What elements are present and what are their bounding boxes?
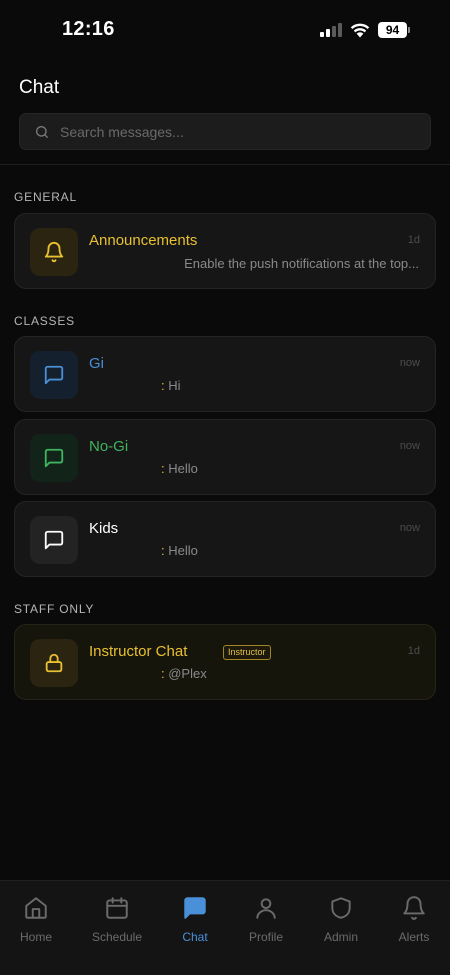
search-icon [36, 126, 48, 138]
chat-time: now [399, 357, 420, 369]
chat-preview: : @Plex [161, 666, 207, 681]
bell-icon [403, 896, 425, 920]
role-badge: Instructor [223, 645, 271, 660]
tab-bar: Home Schedule Chat Profile Admin Alerts [0, 880, 450, 975]
user-icon [256, 898, 276, 919]
shield-icon [331, 897, 351, 919]
bell-icon [44, 242, 64, 263]
calendar-icon [106, 897, 128, 919]
message-square-icon [44, 448, 64, 468]
tab-label: Admin [323, 930, 358, 944]
tab-label: Profile [248, 930, 283, 944]
chat-card-gi[interactable]: Gi now : Hi [14, 336, 436, 412]
gi-icon-box [30, 351, 78, 399]
battery-icon: 94 [378, 22, 410, 38]
chat-title: Instructor Chat [89, 643, 188, 660]
battery-level: 94 [378, 22, 407, 38]
message-square-icon [44, 530, 64, 550]
tab-admin[interactable]: Admin [301, 895, 381, 944]
chat-preview: : Hello [161, 461, 198, 476]
chat-time: 1d [407, 645, 420, 657]
chat-title: No-Gi [89, 438, 129, 455]
search-input[interactable] [60, 114, 420, 149]
cellular-signal-icon [320, 23, 342, 37]
status-bar: 12:16 94 [0, 0, 450, 62]
instructor-icon-box [30, 639, 78, 687]
tab-profile[interactable]: Profile [226, 895, 306, 944]
tab-label: Alerts [398, 930, 430, 944]
home-icon [25, 897, 47, 919]
tab-label: Home [19, 930, 52, 944]
chat-card-kids[interactable]: Kids now : Hello [14, 501, 436, 577]
wifi-icon [350, 23, 370, 38]
chat-card-instructor[interactable]: Instructor Chat Instructor 1d : @Plex [14, 624, 436, 700]
tab-chat[interactable]: Chat [155, 895, 235, 944]
page-title: Chat [19, 77, 60, 98]
section-label-staff: STAFF ONLY [14, 602, 95, 616]
chat-title: Gi [89, 355, 104, 372]
chat-time: now [399, 522, 420, 534]
chat-title: Announcements [89, 232, 198, 249]
status-time: 12:16 [62, 18, 115, 40]
tab-alerts[interactable]: Alerts [374, 895, 450, 944]
chat-preview: Enable the push notifications at the top… [184, 256, 419, 271]
message-square-icon [44, 365, 64, 385]
chat-icon [184, 897, 206, 919]
announcements-icon-box [30, 228, 78, 276]
chat-card-announcements[interactable]: Announcements 1d Enable the push notific… [14, 213, 436, 289]
chat-card-no-gi[interactable]: No-Gi now : Hello [14, 419, 436, 495]
kids-icon-box [30, 516, 78, 564]
section-label-general: GENERAL [14, 190, 77, 204]
tab-label: Chat [182, 930, 208, 944]
chat-preview: : Hello [161, 543, 198, 558]
chat-time: now [399, 440, 420, 452]
no-gi-icon-box [30, 434, 78, 482]
header-divider [0, 164, 450, 165]
chat-preview: : Hi [161, 378, 181, 393]
chat-time: 1d [407, 234, 420, 246]
section-label-classes: CLASSES [14, 314, 75, 328]
chat-title: Kids [89, 520, 119, 537]
lock-icon [45, 653, 63, 673]
tab-label: Schedule [91, 930, 143, 944]
tab-home[interactable]: Home [0, 895, 76, 944]
search-box[interactable] [19, 113, 431, 150]
tab-schedule[interactable]: Schedule [77, 895, 157, 944]
